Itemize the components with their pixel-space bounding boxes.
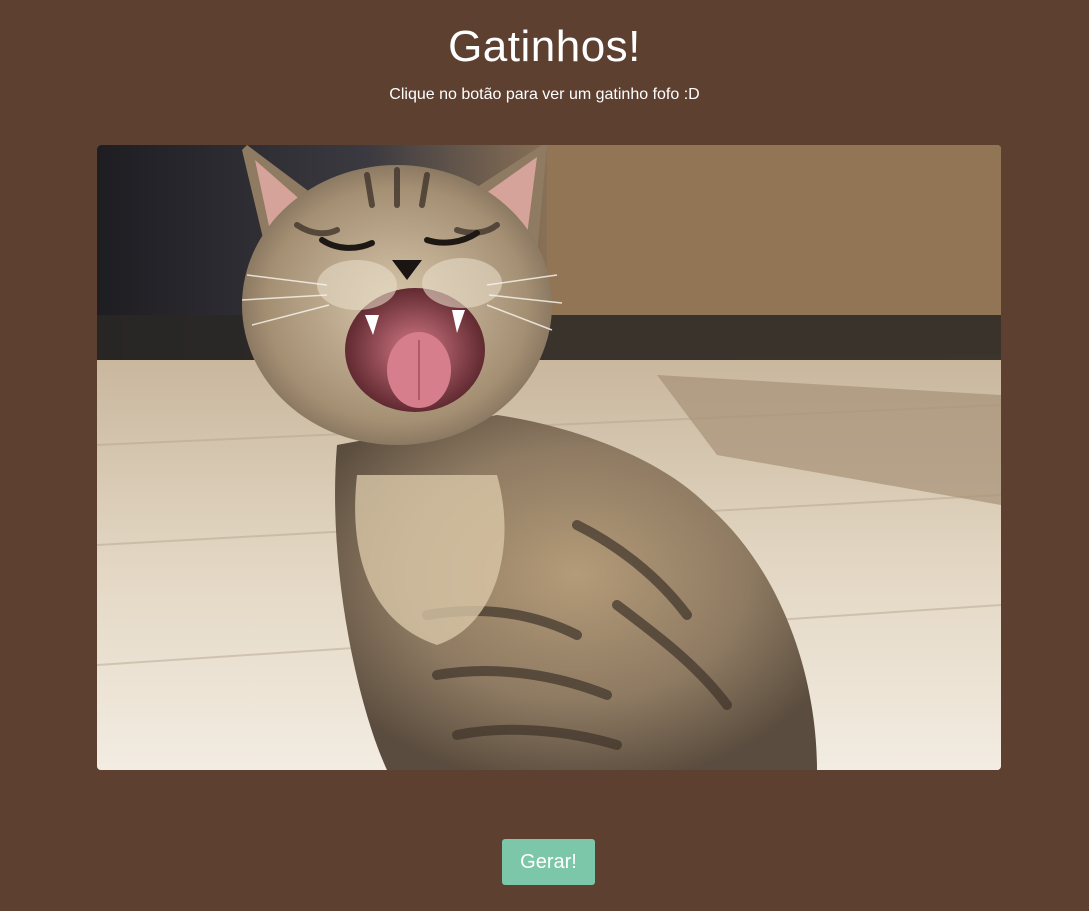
- kitten-image: [97, 145, 1001, 770]
- page-title: Gatinhos!: [448, 22, 641, 71]
- generate-button[interactable]: Gerar!: [502, 839, 595, 885]
- page: Gatinhos! Clique no botão para ver um ga…: [0, 0, 1089, 911]
- page-subtitle: Clique no botão para ver um gatinho fofo…: [389, 86, 700, 103]
- kitten-photo: [97, 145, 1001, 770]
